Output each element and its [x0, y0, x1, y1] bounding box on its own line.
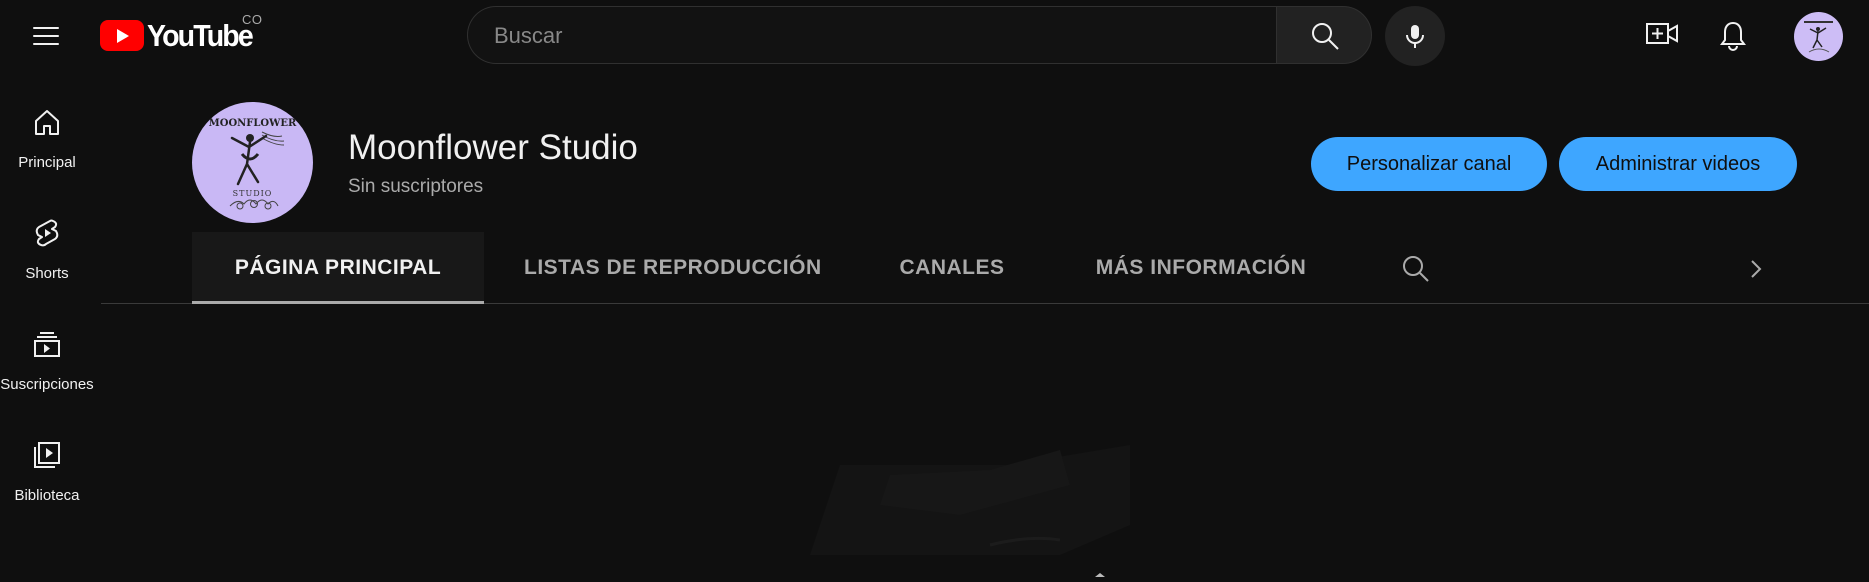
empty-state-image [810, 445, 1130, 577]
moonflower-logo-icon [1794, 12, 1843, 61]
country-code: CO [242, 12, 263, 27]
tabs-next-button[interactable] [1739, 252, 1773, 286]
manage-videos-button[interactable]: Administrar videos [1559, 137, 1797, 191]
sidebar-item-label: Biblioteca [14, 487, 80, 504]
logo-text: YouTube [147, 18, 254, 53]
subscriptions-icon [34, 332, 60, 357]
empty-channel-illustration [810, 445, 1130, 577]
search-icon [1403, 256, 1429, 282]
create-button[interactable] [1637, 10, 1687, 60]
subscriber-count: Sin suscriptores [348, 176, 484, 197]
top-bar: YouTube CO [0, 0, 1869, 70]
sidebar-item-label: Principal [18, 154, 76, 171]
sidebar: Principal Shorts Suscripciones Bibliotec… [0, 70, 94, 577]
channel-search-button[interactable] [1399, 252, 1433, 286]
sidebar-item-biblioteca[interactable]: Biblioteca [0, 403, 94, 513]
sidebar-item-label: Suscripciones [0, 376, 94, 393]
chevron-right-icon [1751, 260, 1762, 278]
search-input[interactable] [492, 7, 1256, 65]
tab-pagina-principal[interactable]: PÁGINA PRINCIPAL [192, 232, 484, 304]
svg-text:MOONFLOWER: MOONFLOWER [209, 118, 297, 129]
channel-name: Moonflower Studio [348, 128, 638, 167]
moonflower-logo-icon: MOONFLOWER STUDIO [192, 102, 313, 223]
sidebar-item-suscripciones[interactable]: Suscripciones [0, 292, 94, 402]
voice-search-button[interactable] [1385, 6, 1445, 66]
home-icon [35, 110, 59, 135]
search-button[interactable] [1276, 6, 1372, 64]
search-icon [1312, 23, 1339, 50]
sidebar-item-shorts[interactable]: Shorts [0, 181, 94, 291]
menu-icon[interactable] [22, 15, 70, 55]
shorts-icon [35, 219, 59, 247]
channel-avatar[interactable]: MOONFLOWER STUDIO [192, 102, 313, 223]
library-icon [34, 442, 60, 468]
mic-icon [1406, 25, 1424, 48]
svg-text:STUDIO: STUDIO [233, 189, 273, 198]
account-avatar[interactable] [1794, 12, 1843, 61]
tab-canales[interactable]: CANALES [887, 232, 1017, 303]
search-box [467, 6, 1276, 65]
sidebar-item-label: Shorts [25, 265, 69, 282]
customize-channel-button[interactable]: Personalizar canal [1311, 137, 1547, 191]
notifications-button[interactable] [1708, 10, 1758, 60]
bell-icon [1720, 21, 1746, 51]
tab-mas-informacion[interactable]: MÁS INFORMACIÓN [1084, 232, 1318, 303]
youtube-play-icon [100, 20, 144, 51]
sidebar-item-principal[interactable]: Principal [0, 70, 94, 180]
channel-tabs: PÁGINA PRINCIPAL LISTAS DE REPRODUCCIÓN … [101, 232, 1869, 304]
create-video-icon [1646, 23, 1678, 44]
tab-listas-de-reproduccion[interactable]: LISTAS DE REPRODUCCIÓN [524, 232, 821, 303]
